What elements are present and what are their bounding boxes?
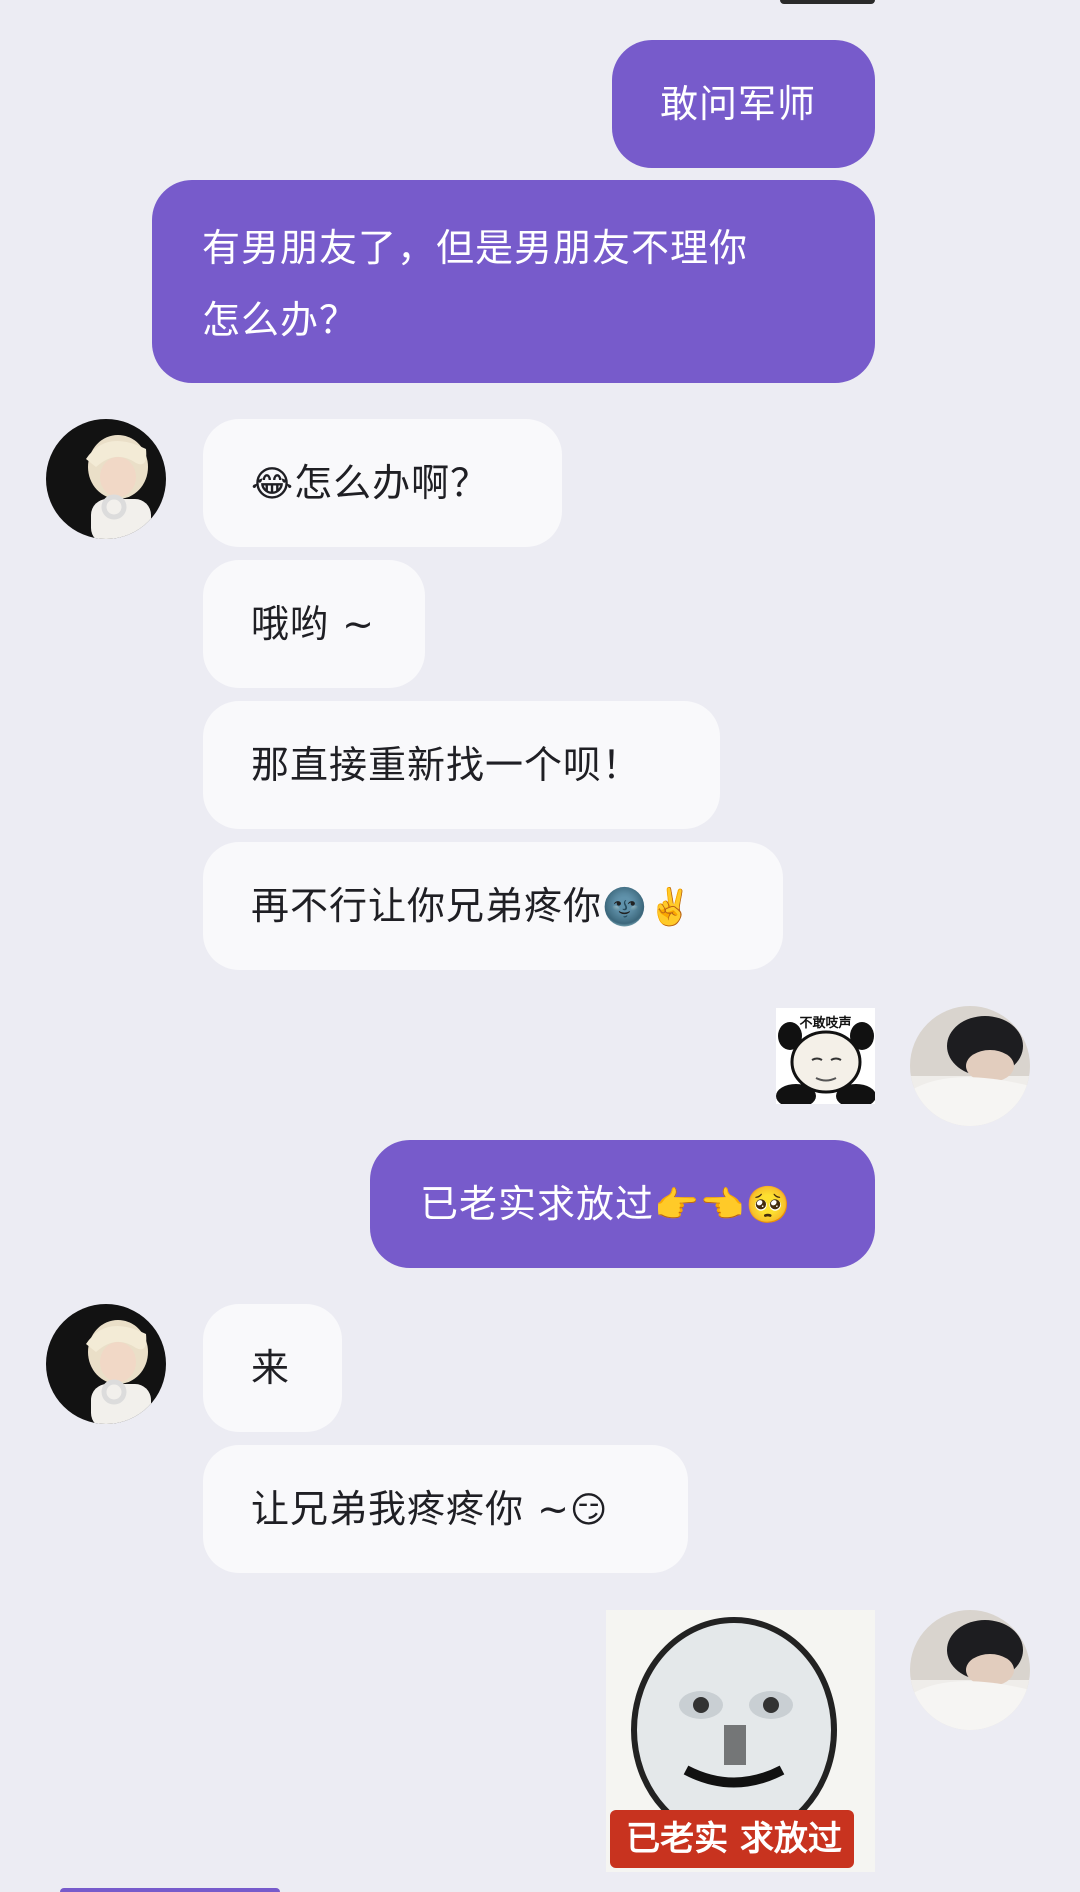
cropped-message-fragment [60,1888,280,1892]
laughing-tears-emoji-icon: 😂 [251,464,295,505]
message-text-line: 怎么办？ [202,298,359,342]
cropped-sticker-fragment [780,0,875,4]
message-text: 再不行让你兄弟疼你 [251,884,603,928]
message-text: 让兄弟我疼疼你 ~ [251,1487,570,1531]
message-bubble-incoming[interactable]: 来 [203,1304,342,1432]
contact-avatar[interactable] [46,1304,166,1424]
message-text-line: 有男朋友了，但是男朋友不理你 [202,226,749,270]
smirk-emoji-icon: 😏 [569,1490,609,1531]
message-bubble-incoming[interactable]: 哦哟 ~ [203,560,425,688]
meme-sticker-image[interactable]: 已老实 求放过 [606,1610,875,1872]
message-bubble-outgoing[interactable]: 已老实求放过👉👈🥺 [370,1140,875,1268]
sticker-caption: 不敢吱声 [799,1016,852,1031]
user-avatar[interactable] [910,1610,1030,1730]
pointing-pleading-emoji-icon: 👉👈🥺 [654,1185,792,1226]
message-text: 已老实求放过 [420,1182,655,1226]
moon-victory-emoji-icon: 🌚✌️ [602,887,694,928]
panda-sticker-image[interactable]: 不敢吱声 [776,1008,875,1104]
contact-avatar[interactable] [46,419,166,539]
message-bubble-outgoing[interactable]: 敢问军师 [612,40,875,168]
message-text: 那直接重新找一个呗！ [251,743,642,787]
message-text: 怎么办啊？ [294,461,490,505]
message-text: 来 [251,1346,291,1390]
message-text: 敢问军师 [660,82,817,126]
user-avatar[interactable] [910,1006,1030,1126]
message-bubble-incoming[interactable]: 那直接重新找一个呗！ [203,701,720,829]
message-bubble-incoming[interactable]: 😂怎么办啊？ [203,419,562,547]
sticker-caption: 已老实 求放过 [626,1819,842,1859]
message-text: 哦哟 ~ [251,602,375,646]
message-bubble-outgoing[interactable]: 有男朋友了，但是男朋友不理你 怎么办？ [152,180,875,383]
message-bubble-incoming[interactable]: 再不行让你兄弟疼你🌚✌️ [203,842,783,970]
message-bubble-incoming[interactable]: 让兄弟我疼疼你 ~😏 [203,1445,688,1573]
